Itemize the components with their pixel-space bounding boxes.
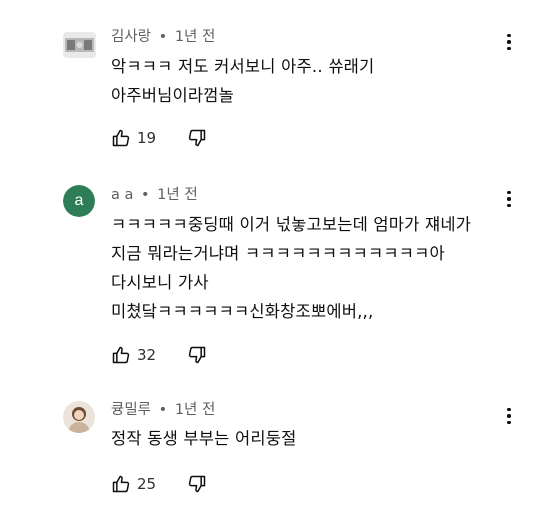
separator-dot: • (158, 402, 168, 418)
avatar[interactable]: a (63, 185, 95, 217)
dislike-button[interactable] (185, 127, 209, 149)
comment-author[interactable]: a a (111, 187, 133, 203)
comment-line: 지금 뭐라는거냐며 ㅋㅋㅋㅋㅋㅋㅋㅋㅋㅋㅋㅋ아 (111, 244, 445, 263)
comment-header: a a • 1년 전 (111, 185, 198, 205)
thumb-down-outline-icon (188, 346, 206, 364)
more-vertical-icon[interactable] (498, 405, 520, 427)
more-vertical-icon[interactable] (498, 31, 520, 53)
comment-line: 미쳤닼ㅋㅋㅋㅋㅋㅋ신화창조뽀에버,,, (111, 302, 374, 321)
separator-dot: • (158, 29, 168, 45)
comment-actions: 25 (109, 473, 209, 495)
comment-actions: 32 (109, 344, 209, 366)
separator-dot: • (141, 187, 150, 203)
thumb-up-outline-icon (112, 475, 130, 493)
comment-time[interactable]: 1년 전 (175, 29, 216, 45)
like-count: 25 (137, 475, 157, 493)
like-button[interactable] (109, 127, 133, 149)
comment-header: 큥밀루 • 1년 전 (111, 400, 215, 420)
thumb-down-outline-icon (188, 129, 206, 147)
dislike-button[interactable] (185, 344, 209, 366)
thumb-up-outline-icon (112, 346, 130, 364)
comment-actions: 19 (109, 127, 209, 149)
comment-line: 정작 동생 부부는 어리둥절 (111, 429, 297, 448)
comment-text: 정작 동생 부부는 어리둥절 (111, 424, 297, 453)
comment-author[interactable]: 큥밀루 (111, 402, 151, 418)
comment-line: 악ㅋㅋㅋ 저도 커서보니 아주.. 쓔래기 (111, 57, 375, 76)
avatar[interactable] (63, 32, 96, 58)
like-count: 32 (137, 346, 157, 364)
comment-text: ㅋㅋㅋㅋㅋ중딩때 이거 넋놓고보는데 엄마가 쟤네가 지금 뭐라는거냐며 ㅋㅋㅋ… (111, 210, 471, 326)
like-count: 19 (137, 129, 157, 147)
avatar-letter: a (63, 185, 95, 217)
comment-author[interactable]: 김사랑 (111, 29, 151, 45)
comment-time[interactable]: 1년 전 (175, 402, 216, 418)
more-vertical-icon[interactable] (498, 188, 520, 210)
like-button[interactable] (109, 473, 133, 495)
comment-time[interactable]: 1년 전 (157, 187, 198, 203)
comment-text: 악ㅋㅋㅋ 저도 커서보니 아주.. 쓔래기 아주버님이라껌놀 (111, 52, 374, 110)
thumb-down-outline-icon (188, 475, 206, 493)
avatar[interactable] (63, 401, 95, 433)
comment-line: 다시보니 가사 (111, 273, 209, 292)
comment-line: 아주버님이라껌놀 (111, 86, 235, 105)
dislike-button[interactable] (185, 473, 209, 495)
like-button[interactable] (109, 344, 133, 366)
thumb-up-outline-icon (112, 129, 130, 147)
comment-line: ㅋㅋㅋㅋㅋ중딩때 이거 넋놓고보는데 엄마가 쟤네가 (111, 215, 472, 234)
comment-header: 김사랑 • 1년 전 (111, 27, 215, 47)
